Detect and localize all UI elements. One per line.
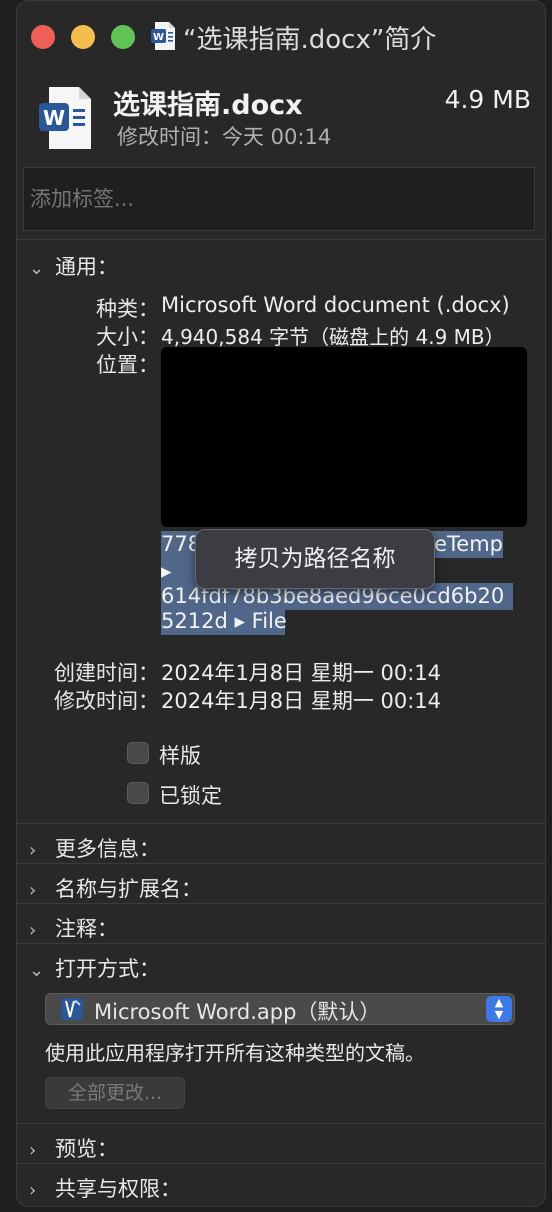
zoom-button[interactable]	[111, 25, 135, 49]
file-name: 选课指南.docx	[113, 90, 303, 121]
divider	[17, 1123, 545, 1124]
up-down-arrows-icon: ▲ ▼	[486, 996, 512, 1022]
section-more-info[interactable]: › 更多信息：	[29, 833, 160, 863]
divider	[17, 239, 545, 240]
chevron-down-icon: ⌄	[29, 258, 45, 279]
section-more-info-label: 更多信息：	[55, 837, 160, 861]
svg-text:W: W	[43, 106, 65, 130]
word-document-icon: W	[151, 22, 175, 50]
chevron-down-icon: ⌄	[29, 960, 45, 981]
kind-label: 种类：	[96, 297, 159, 321]
chevron-right-icon: ›	[29, 880, 37, 901]
size-value: 4,940,584 字节（磁盘上的 4.9 MB）	[161, 325, 505, 349]
section-preview[interactable]: › 预览：	[29, 1133, 118, 1163]
tags-input[interactable]	[23, 167, 535, 231]
info-window: W “选课指南.docx”简介 W 选课指南.docx 4.9 MB 修改时间：…	[16, 0, 546, 1207]
file-size: 4.9 MB	[444, 85, 531, 114]
svg-text:W: W	[153, 32, 164, 43]
created-label: 创建时间：	[54, 661, 159, 685]
path-segment: eTemp	[434, 532, 503, 556]
location-label: 位置：	[96, 353, 159, 377]
title-bar[interactable]: W “选课指南.docx”简介	[17, 1, 545, 67]
stationery-checkbox[interactable]	[127, 742, 149, 764]
divider	[17, 1163, 545, 1164]
section-name-extension[interactable]: › 名称与扩展名：	[29, 873, 202, 903]
section-general[interactable]: ⌄ 通用：	[29, 251, 118, 281]
size-label: 大小：	[96, 325, 159, 349]
section-name-extension-label: 名称与扩展名：	[55, 877, 202, 901]
open-with-app-select[interactable]: Microsoft Word.app（默认） ▲ ▼	[45, 993, 515, 1025]
minimize-button[interactable]	[71, 25, 95, 49]
modified-value: 2024年1月8日 星期一 00:14	[161, 689, 442, 713]
divider	[17, 863, 545, 864]
chevron-right-icon: ›	[29, 1180, 37, 1201]
divider	[17, 823, 545, 824]
change-all-button[interactable]: 全部更改...	[45, 1077, 185, 1109]
word-document-icon: W	[39, 87, 91, 149]
section-preview-label: 预览：	[55, 1137, 118, 1161]
section-sharing-label: 共享与权限：	[55, 1177, 181, 1201]
chevron-right-icon: ›	[29, 1140, 37, 1161]
divider	[17, 903, 545, 904]
locked-checkbox[interactable]	[127, 782, 149, 804]
copy-path-menu-item[interactable]: 拷贝为路径名称	[195, 529, 435, 589]
open-with-app-name: Microsoft Word.app（默认）	[94, 1000, 381, 1024]
redacted-path	[161, 347, 527, 527]
window-title: “选课指南.docx”简介	[183, 25, 437, 55]
section-open-with[interactable]: ⌄ 打开方式：	[29, 953, 160, 983]
stationery-label: 样版	[159, 744, 201, 768]
locked-label: 已锁定	[159, 784, 222, 808]
kind-value: Microsoft Word document (.docx)	[161, 293, 510, 317]
chevron-right-icon: ›	[29, 840, 37, 861]
divider	[17, 943, 545, 944]
path-line[interactable]: 5212d ▸ File	[161, 608, 287, 635]
word-app-icon	[61, 998, 83, 1020]
section-open-with-label: 打开方式：	[55, 957, 160, 981]
created-value: 2024年1月8日 星期一 00:14	[161, 661, 442, 685]
open-with-description: 使用此应用程序打开所有这种类型的文稿。	[45, 1041, 425, 1065]
section-comments-label: 注释：	[55, 917, 118, 941]
section-sharing[interactable]: › 共享与权限：	[29, 1173, 181, 1203]
modified-label: 修改时间：	[54, 689, 159, 713]
section-comments[interactable]: › 注释：	[29, 913, 118, 943]
close-button[interactable]	[31, 25, 55, 49]
chevron-right-icon: ›	[29, 920, 37, 941]
section-general-label: 通用：	[55, 255, 118, 279]
modified-summary: 修改时间：今天 00:14	[117, 125, 332, 149]
